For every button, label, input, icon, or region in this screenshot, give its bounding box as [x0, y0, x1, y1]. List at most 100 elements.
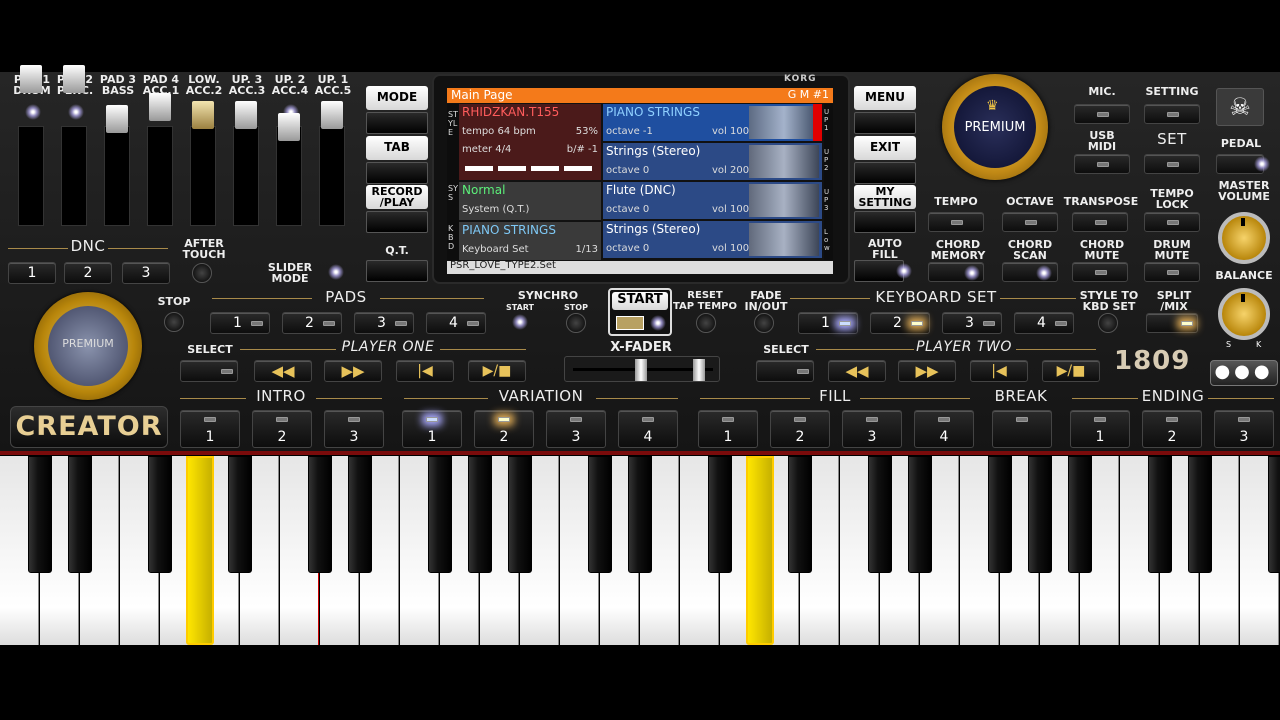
- black-key[interactable]: [348, 456, 372, 573]
- reset-tap-tempo-button[interactable]: [696, 313, 716, 333]
- fill-button[interactable]: 1: [698, 410, 758, 448]
- fill-button[interactable]: 3: [842, 410, 902, 448]
- black-key[interactable]: [68, 456, 92, 573]
- dnc-button-2[interactable]: 2: [64, 262, 112, 284]
- black-key[interactable]: [186, 456, 214, 645]
- tab-pad[interactable]: [366, 162, 428, 184]
- slider-handle[interactable]: [192, 101, 214, 129]
- black-key[interactable]: [28, 456, 52, 573]
- keyboard-set-button-1[interactable]: 1: [798, 312, 858, 334]
- keyboard-set-button-4[interactable]: 4: [1014, 312, 1074, 334]
- pad-button-3[interactable]: 3: [354, 312, 414, 334]
- balance-knob[interactable]: [1218, 288, 1270, 340]
- slider-handle[interactable]: [149, 93, 171, 121]
- black-key[interactable]: [988, 456, 1012, 573]
- track-cell[interactable]: Strings (Stereo) octave 0 vol 200: [603, 143, 822, 180]
- usb-midi-button[interactable]: [1074, 154, 1130, 174]
- keyboard-set-button-3[interactable]: 3: [942, 312, 1002, 334]
- variation-button[interactable]: 2: [474, 410, 534, 448]
- channel-slider[interactable]: [276, 113, 302, 226]
- style-cell[interactable]: RHIDZKAN.T155 tempo 64 bpm 53% meter 4/4…: [459, 104, 601, 180]
- ending-button[interactable]: 3: [1214, 410, 1274, 448]
- ending-button[interactable]: 2: [1142, 410, 1202, 448]
- channel-slider[interactable]: [18, 65, 44, 226]
- record-pad[interactable]: [366, 211, 428, 233]
- player-two-play-pause-icon[interactable]: ▶/■: [1042, 360, 1100, 382]
- synchro-start-led[interactable]: [512, 314, 528, 330]
- dnc-button-1[interactable]: 1: [8, 262, 56, 284]
- fill-button[interactable]: 2: [770, 410, 830, 448]
- player-one-home-icon[interactable]: |◀: [396, 360, 454, 382]
- variation-button[interactable]: 4: [618, 410, 678, 448]
- intro-button[interactable]: 2: [252, 410, 312, 448]
- set-button[interactable]: [1144, 154, 1200, 174]
- style-to-kbd-button[interactable]: [1098, 313, 1118, 333]
- channel-slider[interactable]: [319, 101, 345, 226]
- mode-pad[interactable]: [366, 112, 428, 134]
- player-two-home-icon[interactable]: |◀: [970, 360, 1028, 382]
- pads-stop-button[interactable]: [164, 312, 184, 332]
- variation-button[interactable]: 1: [402, 410, 462, 448]
- channel-slider[interactable]: [233, 101, 259, 226]
- master-volume-knob[interactable]: [1218, 212, 1270, 264]
- player-two-select-button[interactable]: [756, 360, 814, 382]
- transpose-button[interactable]: [1072, 212, 1128, 232]
- split-mix-button[interactable]: [1146, 313, 1198, 333]
- player-one-forward-icon[interactable]: ▶▶: [324, 360, 382, 382]
- tempo-button[interactable]: [928, 212, 984, 232]
- drum-mute-button[interactable]: [1144, 262, 1200, 282]
- track-cell[interactable]: PIANO STRINGS octave -1 vol 100: [603, 104, 822, 141]
- slider-handle[interactable]: [235, 101, 257, 129]
- pad-button-4[interactable]: 4: [426, 312, 486, 334]
- black-key[interactable]: [308, 456, 332, 573]
- black-key[interactable]: [1188, 456, 1212, 573]
- slider-mode-led[interactable]: [328, 264, 344, 280]
- black-key[interactable]: [868, 456, 892, 573]
- dnc-button-3[interactable]: 3: [122, 262, 170, 284]
- record-play-button[interactable]: RECORD /PLAY: [366, 185, 428, 209]
- channel-slider[interactable]: [104, 105, 130, 226]
- synchro-stop-button[interactable]: [566, 313, 586, 333]
- keyboard-set-button-2[interactable]: 2: [870, 312, 930, 334]
- player-one-rewind-icon[interactable]: ◀◀: [254, 360, 312, 382]
- track-cell[interactable]: Flute (DNC) octave 0 vol 100: [603, 182, 822, 219]
- x-fader-handle-a[interactable]: [635, 359, 647, 381]
- black-key[interactable]: [228, 456, 252, 573]
- my-setting-pad[interactable]: [854, 211, 916, 233]
- start-button[interactable]: START: [608, 288, 672, 336]
- pad-button-2[interactable]: 2: [282, 312, 342, 334]
- player-two-forward-icon[interactable]: ▶▶: [898, 360, 956, 382]
- sys-cell[interactable]: Normal System (Q.T.): [459, 182, 601, 220]
- menu-pad[interactable]: [854, 112, 916, 134]
- tab-button[interactable]: TAB: [366, 136, 428, 160]
- break-button[interactable]: [992, 410, 1052, 448]
- octave-button[interactable]: [1002, 212, 1058, 232]
- menu-button[interactable]: MENU: [854, 86, 916, 110]
- black-key[interactable]: [708, 456, 732, 573]
- slider-handle[interactable]: [321, 101, 343, 129]
- fill-button[interactable]: 4: [914, 410, 974, 448]
- intro-button[interactable]: 1: [180, 410, 240, 448]
- exit-button[interactable]: EXIT: [854, 136, 916, 160]
- after-touch-toggle[interactable]: [192, 263, 212, 283]
- x-fader-handle-b[interactable]: [693, 359, 705, 381]
- slider-handle[interactable]: [278, 113, 300, 141]
- tempo-lock-button[interactable]: [1144, 212, 1200, 232]
- black-key[interactable]: [1148, 456, 1172, 573]
- player-one-select-button[interactable]: [180, 360, 238, 382]
- black-key[interactable]: [908, 456, 932, 573]
- mic-button[interactable]: [1074, 104, 1130, 124]
- black-key[interactable]: [1068, 456, 1092, 573]
- pirate-icon[interactable]: ☠: [1216, 88, 1264, 126]
- black-key[interactable]: [508, 456, 532, 573]
- black-key[interactable]: [148, 456, 172, 573]
- mode-button[interactable]: MODE: [366, 86, 428, 110]
- my-setting-button[interactable]: MY SETTING: [854, 185, 916, 209]
- intro-button[interactable]: 3: [324, 410, 384, 448]
- ending-button[interactable]: 1: [1070, 410, 1130, 448]
- black-key[interactable]: [428, 456, 452, 573]
- black-key[interactable]: [588, 456, 612, 573]
- kbd-cell[interactable]: PIANO STRINGS Keyboard Set 1/13: [459, 222, 601, 260]
- channel-slider[interactable]: [190, 101, 216, 226]
- pad-button-1[interactable]: 1: [210, 312, 270, 334]
